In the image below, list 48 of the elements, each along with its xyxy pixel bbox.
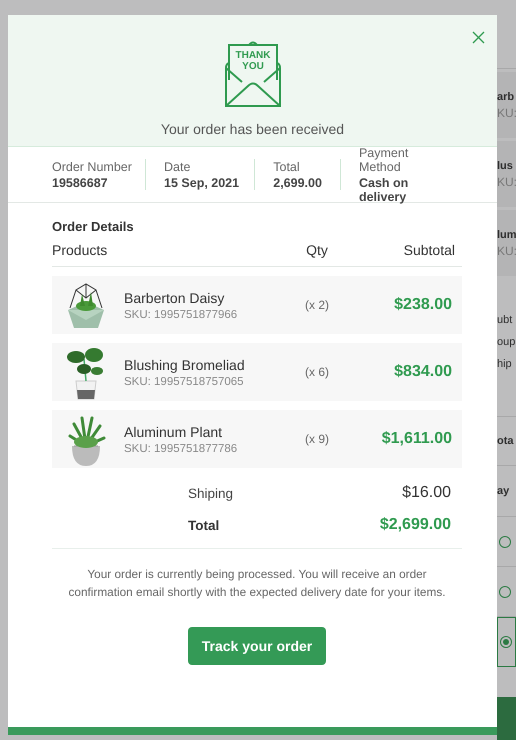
summary-label: ubt <box>497 314 514 326</box>
quantity-label: (x 6) <box>304 365 330 379</box>
product-name: lum <box>497 228 516 240</box>
info-value: Cash on delivery <box>358 176 410 204</box>
product-name: lus <box>497 160 514 172</box>
column-header: Subtotal <box>402 242 456 258</box>
card-text: THANK <box>235 50 270 61</box>
total-label: ota <box>497 435 514 447</box>
sku-label: KU: <box>497 244 516 258</box>
quantity-label: (x 2) <box>304 298 330 312</box>
subtotal-value: $1,611.00 <box>380 430 452 448</box>
product-name: Barberton Daisy <box>124 290 226 306</box>
shipping-value: $16.00 <box>402 484 451 502</box>
subtotal-value: $238.00 <box>393 296 452 314</box>
info-label: Date <box>164 160 192 174</box>
info-value: 19586687 <box>52 176 109 190</box>
info-label: Total <box>273 160 301 174</box>
payment-heading: ay <box>497 485 510 497</box>
subtotal-value: $834.00 <box>393 363 452 381</box>
summary-label: hip <box>497 358 513 370</box>
summary-label: oup <box>497 336 516 348</box>
sku-label: KU: <box>497 174 516 188</box>
status-note: Your order is currently being processed. You will receive an order confirmation email shortly with the expected delivery date for your items. <box>67 566 446 601</box>
total-label: Total <box>188 518 220 532</box>
radio-button[interactable] <box>499 536 511 548</box>
sku-label: SKU: 19957518757065 <box>124 376 245 388</box>
product-name: Blushing Bromeliad <box>124 356 246 372</box>
sku-label: SKU: 1995751877786 <box>124 442 238 454</box>
info-label: Payment Method <box>358 146 410 174</box>
product-name: Aluminum Plant <box>124 424 224 440</box>
column-header: Qty <box>305 242 329 258</box>
info-value: 15 Sep, 2021 <box>164 176 240 190</box>
shipping-label: Shiping <box>188 486 234 500</box>
total-value: $2,699.00 <box>380 516 451 534</box>
section-title: Order Details <box>52 219 135 234</box>
radio-button[interactable] <box>499 586 511 598</box>
info-label: Order Number <box>52 160 133 174</box>
confirmation-message: Your order has been received <box>160 121 344 137</box>
track-order-button[interactable]: Track your order <box>188 627 326 665</box>
column-header: Products <box>52 242 108 258</box>
radio-button[interactable] <box>500 636 512 648</box>
close-icon[interactable] <box>472 31 485 44</box>
info-value: 2,699.00 <box>273 176 323 190</box>
product-name: arb <box>497 90 516 102</box>
quantity-label: (x 9) <box>304 432 330 446</box>
sku-label: KU: <box>497 106 516 120</box>
sku-label: SKU: 1995751877966 <box>124 308 238 320</box>
card-text: YOU <box>242 61 264 72</box>
